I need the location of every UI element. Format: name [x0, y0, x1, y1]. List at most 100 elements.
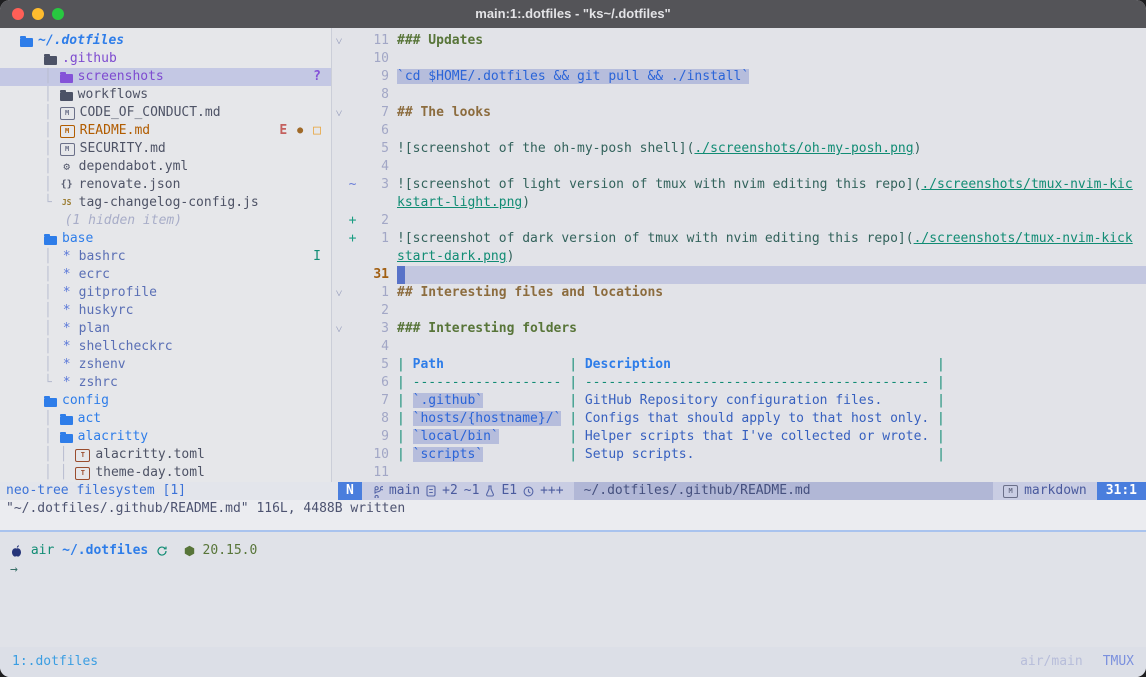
- editor-line[interactable]: 31: [332, 266, 1146, 284]
- line-text[interactable]: ## Interesting files and locations: [397, 284, 663, 302]
- text-segment-punct: |: [561, 429, 584, 444]
- tree-item-huskyrc[interactable]: │ *huskyrc: [0, 302, 331, 320]
- editor-line[interactable]: 5| Path | Description |: [332, 356, 1146, 374]
- text-segment-punct: |: [929, 429, 945, 444]
- line-number: 7: [359, 104, 389, 122]
- line-text[interactable]: kstart-light.png): [397, 194, 530, 212]
- tree-item-label: screenshots: [78, 68, 164, 86]
- editor-line[interactable]: 6| ------------------- | ---------------…: [332, 374, 1146, 392]
- line-text[interactable]: | `local/bin` | Helper scripts that I've…: [397, 428, 945, 446]
- editor-buffer[interactable]: ˅11### Updates109`cd $HOME/.dotfiles && …: [332, 28, 1146, 482]
- tree-item-act[interactable]: │ act: [0, 410, 331, 428]
- line-text[interactable]: ![screenshot of dark version of tmux wit…: [397, 230, 1133, 248]
- editor-line[interactable]: 10: [332, 50, 1146, 68]
- md-file-icon: M: [60, 107, 75, 120]
- tree-item-screenshots[interactable]: │ screenshots?: [0, 68, 331, 86]
- indent-guide: │: [44, 104, 60, 122]
- editor-line[interactable]: ~3![screenshot of light version of tmux …: [332, 176, 1146, 194]
- line-text[interactable]: | ------------------- | ----------------…: [397, 374, 945, 392]
- tree-item-security.md[interactable]: │ MSECURITY.md: [0, 140, 331, 158]
- star-icon: *: [60, 248, 74, 266]
- text-segment-punct: |: [561, 447, 584, 462]
- text-segment-fg: Helper scripts that I've collected or wr…: [585, 429, 929, 444]
- line-text[interactable]: | `hosts/{hostname}/` | Configs that sho…: [397, 410, 945, 428]
- editor-line[interactable]: 6: [332, 122, 1146, 140]
- cmdline-strip: [0, 518, 1146, 530]
- editor-line[interactable]: +2: [332, 212, 1146, 230]
- editor-line[interactable]: 4: [332, 158, 1146, 176]
- line-text[interactable]: ![screenshot of light version of tmux wi…: [397, 176, 1133, 194]
- editor-line[interactable]: ˅ 7 ## The looks: [332, 104, 1146, 122]
- tree-item--1-hidden-item-[interactable]: (1 hidden item): [0, 212, 331, 230]
- tree-item-readme.md[interactable]: │ MREADME.mdE●□: [0, 122, 331, 140]
- editor-line[interactable]: 9| `local/bin` | Helper scripts that I'v…: [332, 428, 1146, 446]
- line-text[interactable]: ### Updates: [397, 32, 483, 50]
- text-segment-thead: Description: [585, 357, 671, 372]
- tree-item-shellcheckrc[interactable]: │ *shellcheckrc: [0, 338, 331, 356]
- editor-line[interactable]: ˅11### Updates: [332, 32, 1146, 50]
- folder-icon: [60, 92, 73, 101]
- tree-item-alacritty[interactable]: │ alacritty: [0, 428, 331, 446]
- line-text[interactable]: start-dark.png): [397, 248, 514, 266]
- titlebar: main:1:.dotfiles - "ks~/.dotfiles": [0, 0, 1146, 28]
- tree-item-gitprofile[interactable]: │ *gitprofile: [0, 284, 331, 302]
- text-segment-url: ./screenshots/tmux-nvim-kic: [921, 177, 1132, 192]
- fold-chevron-icon[interactable]: ˅: [332, 320, 346, 338]
- tree-item-dependabot.yml[interactable]: │ ⚙dependabot.yml: [0, 158, 331, 176]
- editor-line[interactable]: 8| `hosts/{hostname}/` | Configs that sh…: [332, 410, 1146, 428]
- line-text[interactable]: ![screenshot of the oh-my-posh shell](./…: [397, 140, 921, 158]
- editor-line[interactable]: 8: [332, 86, 1146, 104]
- tree-item-ecrc[interactable]: │ *ecrc: [0, 266, 331, 284]
- text-segment-fg: GitHub Repository configuration files.: [585, 393, 882, 408]
- text-segment-url: ./screenshots/oh-my-posh.png: [694, 141, 913, 156]
- text-segment-plain: [483, 447, 561, 462]
- fold-chevron-icon[interactable]: ˅: [332, 104, 346, 122]
- fold-chevron-icon[interactable]: ˅: [332, 284, 346, 302]
- editor-line[interactable]: start-dark.png): [332, 248, 1146, 266]
- line-text[interactable]: ## The looks: [397, 104, 491, 122]
- star-icon: *: [60, 284, 74, 302]
- vim-command-line[interactable]: "~/.dotfiles/.github/README.md" 116L, 44…: [0, 500, 1146, 518]
- line-text[interactable]: | `.github` | GitHub Repository configur…: [397, 392, 945, 410]
- tree-item-alacritty.toml[interactable]: │ │ Talacritty.toml: [0, 446, 331, 464]
- line-text[interactable]: | Path | Description |: [397, 356, 945, 374]
- editor-line[interactable]: 11: [332, 464, 1146, 482]
- tree-item-config[interactable]: config: [0, 392, 331, 410]
- editor-line[interactable]: ˅3### Interesting folders: [332, 320, 1146, 338]
- editor-line[interactable]: kstart-light.png): [332, 194, 1146, 212]
- shell-pane[interactable]: air ~/.dotfiles 20.15.0 →: [0, 532, 1146, 647]
- text-segment-punct: |: [397, 375, 413, 390]
- text-segment-url: ./screenshots/tmux-nvim-kick: [914, 231, 1133, 246]
- tree-item--.dotfiles[interactable]: ~/.dotfiles: [0, 32, 331, 50]
- tree-item-tag-changelog-config.js[interactable]: └ JStag-changelog-config.js: [0, 194, 331, 212]
- fold-chevron-icon[interactable]: ˅: [332, 32, 346, 50]
- tree-item-renovate.json[interactable]: │ {}renovate.json: [0, 176, 331, 194]
- line-text[interactable]: ### Interesting folders: [397, 320, 577, 338]
- tree-item-workflows[interactable]: │ workflows: [0, 86, 331, 104]
- tree-item-zshenv[interactable]: │ *zshenv: [0, 356, 331, 374]
- tree-item-base[interactable]: base: [0, 230, 331, 248]
- line-text[interactable]: [397, 266, 1146, 284]
- tree-item-plan[interactable]: │ *plan: [0, 320, 331, 338]
- editor-line[interactable]: 10| `scripts` | Setup scripts. |: [332, 446, 1146, 464]
- indent-guide: │: [44, 356, 60, 374]
- tmux-session-window[interactable]: 1:.dotfiles: [12, 653, 98, 671]
- line-text[interactable]: | `scripts` | Setup scripts. |: [397, 446, 945, 464]
- editor-line[interactable]: 2: [332, 302, 1146, 320]
- tree-item-zshrc[interactable]: └ *zshrc: [0, 374, 331, 392]
- editor-line[interactable]: +1![screenshot of dark version of tmux w…: [332, 230, 1146, 248]
- line-number: 2: [359, 302, 389, 320]
- editor-line[interactable]: 5![screenshot of the oh-my-posh shell](.…: [332, 140, 1146, 158]
- text-segment-code: `hosts/{hostname}/`: [413, 411, 562, 426]
- editor-line[interactable]: 9`cd $HOME/.dotfiles && git pull && ./in…: [332, 68, 1146, 86]
- editor-line[interactable]: ˅ 1 ## Interesting files and locations: [332, 284, 1146, 302]
- tree-item-bashrc[interactable]: │ *bashrcI: [0, 248, 331, 266]
- line-text[interactable]: `cd $HOME/.dotfiles && git pull && ./ins…: [397, 68, 749, 86]
- editor-line[interactable]: 4: [332, 338, 1146, 356]
- tree-item-.github[interactable]: .github: [0, 50, 331, 68]
- flask-icon: [485, 485, 495, 497]
- line-number: 1: [359, 284, 389, 302]
- editor-line[interactable]: 7| `.github` | GitHub Repository configu…: [332, 392, 1146, 410]
- tree-item-theme-day.toml[interactable]: │ │ Ttheme-day.toml: [0, 464, 331, 482]
- tree-item-code-of-conduct.md[interactable]: │ MCODE_OF_CONDUCT.md: [0, 104, 331, 122]
